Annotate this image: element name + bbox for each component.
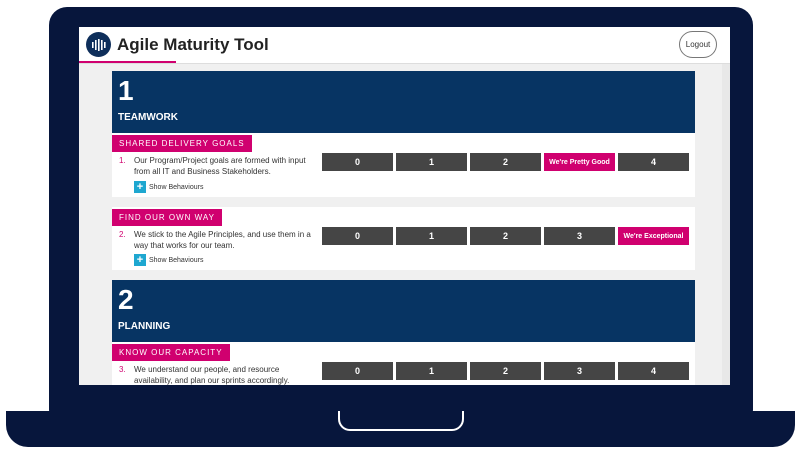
goal-tag: FIND OUR OWN WAY bbox=[112, 209, 222, 226]
section-number: 1 bbox=[118, 75, 134, 106]
section-header-planning: 2 PLANNING bbox=[112, 280, 695, 342]
rating-option-1[interactable]: 1 bbox=[396, 153, 467, 171]
section-title: TEAMWORK bbox=[118, 112, 178, 123]
show-behaviours-label[interactable]: Show Behaviours bbox=[149, 184, 203, 191]
scrollbar[interactable] bbox=[722, 64, 730, 385]
show-behaviours-toggle[interactable]: + Show Behaviours bbox=[134, 181, 203, 193]
plus-icon[interactable]: + bbox=[134, 181, 146, 193]
rating-option-3[interactable]: We're Pretty Good bbox=[544, 153, 615, 171]
question-number: 2. bbox=[119, 230, 126, 239]
goal-card: KNOW OUR CAPACITY 3. We understand our p… bbox=[112, 342, 695, 385]
goal-card: FIND OUR OWN WAY 2. We stick to the Agil… bbox=[112, 207, 695, 270]
rating-scale: 0 1 2 We're Pretty Good 4 bbox=[322, 153, 692, 171]
laptop-notch bbox=[338, 411, 464, 431]
rating-scale: 0 1 2 3 4 bbox=[322, 362, 692, 380]
question-text: We stick to the Agile Principles, and us… bbox=[134, 230, 311, 250]
rating-option-0[interactable]: 0 bbox=[322, 227, 393, 245]
show-behaviours-toggle[interactable]: + Show Behaviours bbox=[134, 254, 203, 266]
rating-option-1[interactable]: 1 bbox=[396, 362, 467, 380]
rating-option-2[interactable]: 2 bbox=[470, 153, 541, 171]
rating-option-1[interactable]: 1 bbox=[396, 227, 467, 245]
section-title: PLANNING bbox=[118, 321, 171, 332]
rating-option-0[interactable]: 0 bbox=[322, 153, 393, 171]
show-behaviours-label[interactable]: Show Behaviours bbox=[149, 257, 203, 264]
assessment-content: 1 TEAMWORK SHARED DELIVERY GOALS 1. Our … bbox=[112, 71, 695, 385]
goal-tag: KNOW OUR CAPACITY bbox=[112, 344, 230, 361]
section-header-teamwork: 1 TEAMWORK bbox=[112, 71, 695, 133]
rating-option-2[interactable]: 2 bbox=[470, 227, 541, 245]
logout-button[interactable]: Logout bbox=[679, 31, 717, 58]
rating-option-0[interactable]: 0 bbox=[322, 362, 393, 380]
app-header: Agile Maturity Tool Logout bbox=[79, 27, 730, 64]
rating-option-2[interactable]: 2 bbox=[470, 362, 541, 380]
rating-option-4[interactable]: 4 bbox=[618, 362, 689, 380]
rating-option-4[interactable]: We're Exceptional bbox=[618, 227, 689, 245]
section-number: 2 bbox=[118, 284, 134, 315]
rating-option-3[interactable]: 3 bbox=[544, 227, 615, 245]
app-screen: Agile Maturity Tool Logout 1 TEAMWORK SH… bbox=[79, 27, 730, 385]
rating-option-4[interactable]: 4 bbox=[618, 153, 689, 171]
rating-option-3[interactable]: 3 bbox=[544, 362, 615, 380]
goal-tag: SHARED DELIVERY GOALS bbox=[112, 135, 252, 152]
question-text: We understand our people, and resource a… bbox=[134, 365, 290, 385]
title-underline bbox=[79, 61, 176, 63]
rating-scale: 0 1 2 3 We're Exceptional bbox=[322, 227, 692, 245]
app-title: Agile Maturity Tool bbox=[117, 35, 269, 54]
question-number: 3. bbox=[119, 365, 126, 374]
goal-card: SHARED DELIVERY GOALS 1. Our Program/Pro… bbox=[112, 133, 695, 197]
question-text: Our Program/Project goals are formed wit… bbox=[134, 156, 306, 176]
plus-icon[interactable]: + bbox=[134, 254, 146, 266]
question-number: 1. bbox=[119, 156, 126, 165]
bar-chart-logo-icon bbox=[86, 32, 111, 57]
